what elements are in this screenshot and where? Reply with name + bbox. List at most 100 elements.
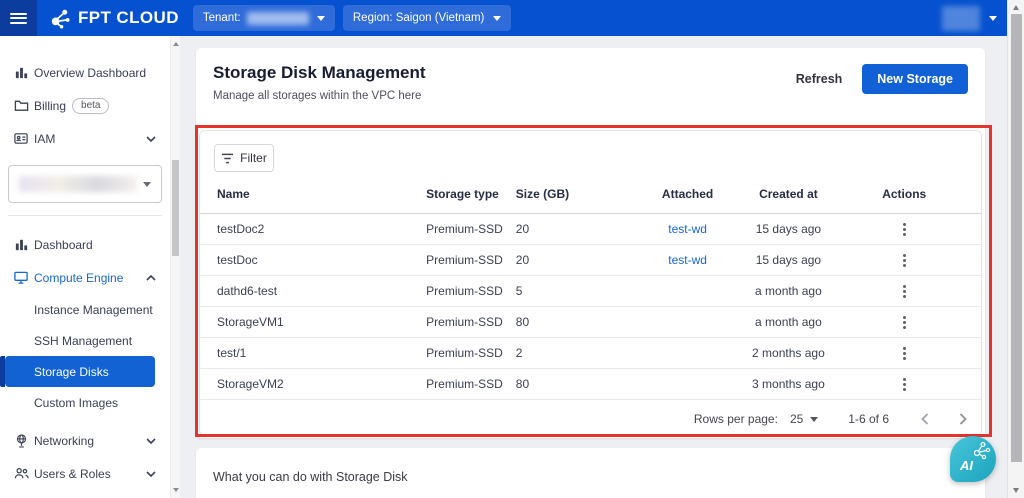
storage-table-card: Filter Name Storage type Size (GB) Attac… <box>199 130 982 436</box>
hamburger-icon <box>10 10 27 26</box>
page-scrollbar[interactable] <box>1007 0 1024 498</box>
attached-vm-link[interactable]: test-wd <box>668 222 707 236</box>
filter-icon <box>221 153 234 164</box>
bar-chart-icon <box>12 65 30 80</box>
filter-button[interactable]: Filter <box>214 144 274 172</box>
disk-created-at: 15 days ago <box>732 253 844 267</box>
table-row: StorageVM1 Premium-SSD 80 a month ago <box>200 307 981 338</box>
users-icon <box>12 466 30 481</box>
top-navbar: FPT CLOUD Tenant: Region: Saigon (Vietna… <box>0 0 1007 36</box>
billing-folder-icon <box>12 98 30 113</box>
ai-assistant-button[interactable]: AI <box>950 436 996 482</box>
sidebar-item-label: Custom Images <box>34 396 118 410</box>
sidebar-item-label: Networking <box>34 434 94 448</box>
sidebar-item-label: Storage Disks <box>34 365 109 379</box>
sidebar-item-label: Users & Roles <box>34 467 111 481</box>
sidebar-item-compute-engine[interactable]: Compute Engine <box>0 261 170 294</box>
sidebar-item-custom-images[interactable]: Custom Images <box>0 387 170 418</box>
disk-created-at: 15 days ago <box>732 222 844 236</box>
disk-name: testDoc2 <box>217 222 426 236</box>
column-header-size: Size (GB) <box>516 187 643 201</box>
caret-down-icon <box>317 16 325 21</box>
table-row: dathd6-test Premium-SSD 5 a month ago <box>200 276 981 307</box>
globe-icon <box>12 433 30 449</box>
attached-vm-link[interactable]: test-wd <box>668 253 707 267</box>
row-actions-kebab-icon[interactable] <box>903 228 906 231</box>
row-actions-kebab-icon[interactable] <box>903 259 906 262</box>
tenant-label: Tenant: <box>203 12 241 24</box>
column-header-name: Name <box>217 187 426 201</box>
sidebar-item-iam[interactable]: IAM <box>0 122 170 155</box>
page-header: Storage Disk Management Manage all stora… <box>196 48 985 102</box>
sidebar-item-label: IAM <box>34 132 55 146</box>
disk-size: 20 <box>516 253 643 267</box>
disk-size: 5 <box>516 284 643 298</box>
iam-badge-icon <box>12 131 30 146</box>
rows-per-page-select[interactable]: 25 <box>790 412 818 426</box>
column-header-actions: Actions <box>844 187 964 201</box>
disk-type: Premium-SSD <box>426 377 516 391</box>
sidebar-item-label: SSH Management <box>34 334 132 348</box>
page-scrollbar-thumb[interactable] <box>1011 14 1022 462</box>
chevron-down-icon <box>146 471 156 477</box>
sidebar-divider <box>8 215 162 216</box>
sidebar-scrollbar[interactable] <box>170 36 180 498</box>
sidebar-item-networking[interactable]: Networking <box>0 424 170 457</box>
hamburger-menu-button[interactable] <box>0 0 37 36</box>
table-row: StorageVM2 Premium-SSD 80 3 months ago <box>200 369 981 400</box>
chevron-left-icon <box>921 413 929 425</box>
scroll-down-arrow-icon[interactable] <box>173 488 179 492</box>
table-row: testDoc Premium-SSD 20 test-wd 15 days a… <box>200 245 981 276</box>
disk-created-at: a month ago <box>732 315 844 329</box>
what-you-can-do-heading: What you can do with Storage Disk <box>213 470 968 484</box>
pagination-range: 1-6 of 6 <box>848 412 889 426</box>
sidebar-item-storage-disks[interactable]: Storage Disks <box>5 356 155 387</box>
molecule-logo-icon <box>48 7 71 30</box>
brand-name: FPT CLOUD <box>78 8 179 28</box>
region-dropdown[interactable]: Region: Saigon (Vietnam) <box>343 5 511 31</box>
scroll-up-arrow-icon[interactable] <box>1013 5 1019 10</box>
scroll-down-arrow-icon[interactable] <box>1013 488 1019 493</box>
row-actions-kebab-icon[interactable] <box>903 352 906 355</box>
sidebar-item-dashboard[interactable]: Dashboard <box>0 228 170 261</box>
table-row: testDoc2 Premium-SSD 20 test-wd 15 days … <box>200 214 981 245</box>
sidebar-scrollbar-thumb[interactable] <box>172 160 179 256</box>
sidebar-item-overview-dashboard[interactable]: Overview Dashboard <box>0 56 170 89</box>
column-header-created-at: Created at <box>732 187 844 201</box>
main-content: Storage Disk Management Manage all stora… <box>180 36 1007 498</box>
row-actions-kebab-icon[interactable] <box>903 290 906 293</box>
table-row: test/1 Premium-SSD 2 2 months ago <box>200 338 981 369</box>
disk-name: test/1 <box>217 346 426 360</box>
vpc-value-redacted <box>19 176 137 192</box>
row-actions-kebab-icon[interactable] <box>903 383 906 386</box>
next-page-button[interactable] <box>959 413 967 425</box>
new-storage-button[interactable]: New Storage <box>862 64 968 94</box>
filter-label: Filter <box>240 151 267 165</box>
table-pagination: Rows per page: 25 1-6 of 6 <box>200 400 981 436</box>
previous-page-button[interactable] <box>921 413 929 425</box>
disk-type: Premium-SSD <box>426 315 516 329</box>
row-actions-kebab-icon[interactable] <box>903 321 906 324</box>
brand-logo[interactable]: FPT CLOUD <box>48 7 179 30</box>
disk-size: 20 <box>516 222 643 236</box>
tenant-value-redacted <box>247 12 309 25</box>
sidebar-item-instance-management[interactable]: Instance Management <box>0 294 170 325</box>
sidebar-item-billing[interactable]: Billing beta <box>0 89 170 122</box>
user-name-redacted <box>942 6 980 31</box>
refresh-button[interactable]: Refresh <box>796 72 843 86</box>
disk-created-at: 3 months ago <box>732 377 844 391</box>
disk-name: testDoc <box>217 253 426 267</box>
chevron-up-icon <box>146 275 156 281</box>
sidebar-item-users-roles[interactable]: Users & Roles <box>0 457 170 490</box>
rows-per-page-label: Rows per page: <box>694 412 778 426</box>
sidebar-item-label: Overview Dashboard <box>34 66 146 80</box>
vpc-selector-dropdown[interactable] <box>8 165 162 203</box>
scroll-up-arrow-icon[interactable] <box>173 42 179 46</box>
user-account-menu[interactable] <box>942 6 997 31</box>
rows-per-page-value: 25 <box>790 412 803 426</box>
disk-name: StorageVM1 <box>217 315 426 329</box>
tenant-dropdown[interactable]: Tenant: <box>193 5 335 31</box>
ai-label: AI <box>960 458 973 473</box>
sidebar-item-ssh-management[interactable]: SSH Management <box>0 325 170 356</box>
disk-created-at: a month ago <box>732 284 844 298</box>
